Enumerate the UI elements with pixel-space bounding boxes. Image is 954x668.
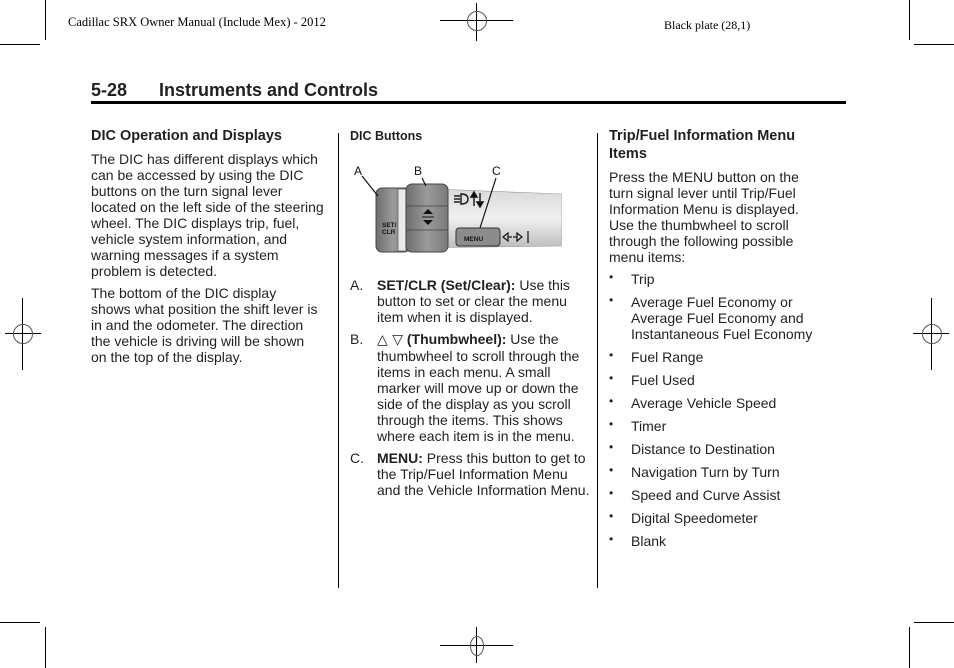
callout-b: B [414, 164, 422, 178]
menu-item: • Blank [609, 532, 841, 549]
list-item: B. △ ▽ (Thumbwheel): Use the thumbwheel … [350, 331, 590, 444]
item-text: Use the thumbwheel to scroll through the… [377, 331, 580, 444]
item-marker: A. [350, 277, 364, 293]
menu-item-label: Timer [631, 418, 667, 434]
paragraph: The DIC has different displays which can… [91, 151, 324, 279]
set-label: SET/ [382, 222, 397, 229]
paragraph: Press the MENU button on the turn signal… [609, 169, 799, 265]
crop-mark [0, 622, 40, 623]
crop-mark [909, 627, 910, 668]
menu-item: • Navigation Turn by Turn [609, 463, 841, 480]
column-divider [597, 133, 598, 588]
menu-item-label: Fuel Range [631, 349, 704, 365]
crop-mark [0, 44, 40, 45]
thumbwheel-arrows-icon: △ ▽ [377, 332, 403, 348]
crop-mark [909, 0, 910, 40]
menu-item-label: Blank [631, 533, 667, 549]
dic-button-descriptions: A. SET/CLR (Set/Clear): Use this button … [350, 277, 590, 504]
menu-item-label: Fuel Used [631, 372, 695, 388]
item-term: (Thumbwheel): [402, 331, 507, 347]
list-item: A. SET/CLR (Set/Clear): Use this button … [350, 277, 590, 325]
paragraph: The bottom of the DIC display shows what… [91, 285, 318, 365]
item-marker: C. [350, 450, 364, 466]
column-dic-operation: DIC Operation and Displays The DIC has d… [91, 127, 331, 371]
menu-item-label: Navigation Turn by Turn [631, 464, 780, 480]
bullet-icon: • [609, 270, 614, 284]
section-heading: Trip/Fuel Information Menu Items [609, 128, 796, 162]
item-term: SET/CLR (Set/Clear): [377, 277, 516, 293]
callout-a: A [354, 164, 362, 178]
menu-label: MENU [464, 236, 483, 243]
bullet-icon: • [609, 509, 614, 523]
menu-item-label: Speed and Curve Assist [631, 487, 781, 503]
crop-mark [914, 622, 954, 623]
section-heading: DIC Operation and Displays [91, 128, 282, 144]
bullet-icon: • [609, 371, 614, 385]
menu-item: • Trip [609, 270, 841, 287]
callout-c: C [492, 164, 501, 178]
menu-item-label: Digital Speedometer [631, 510, 758, 526]
menu-item: • Fuel Range [609, 348, 841, 365]
bullet-icon: • [609, 394, 614, 408]
section-title: Instruments and Controls [159, 80, 379, 100]
menu-item-label: Average Fuel Economy or Average Fuel Eco… [631, 294, 813, 342]
menu-items-list: • Trip • Average Fuel Economy or Average Fu… [609, 270, 841, 549]
menu-item-label: Average Vehicle Speed [631, 395, 777, 411]
callout-a-line [361, 175, 379, 197]
menu-item: • Average Vehicle Speed [609, 394, 841, 411]
running-header-left: Cadillac SRX Owner Manual (Include Mex) … [68, 15, 326, 29]
menu-item: • Timer [609, 417, 841, 434]
item-term: MENU: [377, 450, 423, 466]
thumbwheel [405, 183, 449, 253]
bullet-icon: • [609, 463, 614, 477]
menu-item: • Digital Speedometer [609, 509, 841, 526]
section-heading: DIC Buttons [350, 129, 423, 143]
menu-item: • Fuel Used [609, 371, 841, 388]
crop-mark [914, 44, 954, 45]
page-number: 5-28 [91, 80, 128, 100]
menu-item: • Speed and Curve Assist [609, 486, 841, 503]
page-heading: 5-28 Instruments and Controls [91, 80, 378, 101]
crop-mark [45, 627, 46, 668]
column-divider [338, 133, 339, 588]
menu-item-label: Distance to Destination [631, 441, 775, 457]
menu-item: • Distance to Destination [609, 440, 841, 457]
bullet-icon: • [609, 532, 614, 546]
menu-item: • Average Fuel Economy or Average Fuel Ec… [609, 293, 841, 342]
item-marker: B. [350, 331, 364, 347]
list-item: C. MENU: Press this button to get to the… [350, 450, 590, 498]
column-trip-fuel-menu: Trip/Fuel Information Menu Items Press t… [609, 127, 841, 556]
column-dic-buttons: DIC Buttons [350, 128, 590, 144]
bullet-icon: • [609, 348, 614, 362]
bullet-icon: • [609, 486, 614, 500]
running-header-right: Black plate (28,1) [664, 18, 751, 32]
bullet-icon: • [609, 440, 614, 454]
bullet-icon: • [609, 417, 614, 431]
bullet-icon: • [609, 293, 614, 307]
menu-item-label: Trip [631, 271, 655, 287]
crop-mark [45, 0, 46, 40]
dic-buttons-illustration: SET/ CLR MENU A B C [354, 164, 562, 253]
clr-label: CLR [382, 229, 396, 236]
heading-rule [91, 101, 846, 104]
